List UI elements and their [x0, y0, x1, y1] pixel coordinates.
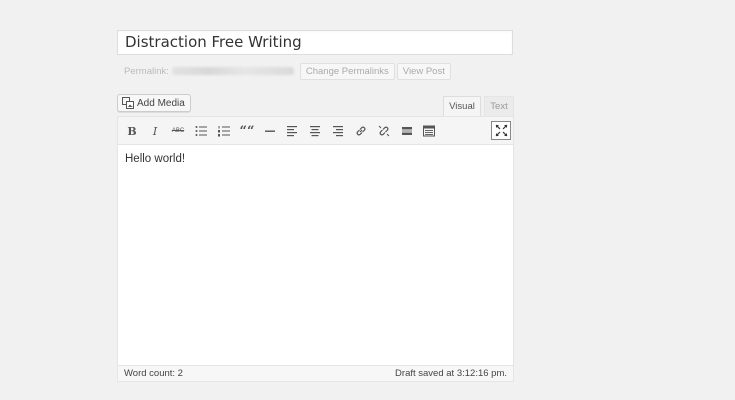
permalink-url[interactable]	[171, 67, 294, 75]
add-media-label: Add Media	[137, 97, 185, 109]
align-center-icon	[310, 126, 320, 137]
align-center-button[interactable]	[306, 122, 324, 140]
tab-text[interactable]: Text	[484, 96, 514, 116]
editor-statusbar: Word count: 2 Draft saved at 3:12:16 pm.	[118, 365, 513, 381]
change-permalinks-button[interactable]: Change Permalinks	[299, 62, 395, 80]
add-media-button[interactable]: Add Media	[117, 94, 191, 112]
blockquote-button[interactable]: ““	[238, 122, 256, 140]
horizontal-line-button[interactable]	[261, 122, 279, 140]
toolbar-toggle-button[interactable]	[420, 122, 438, 140]
align-right-icon	[333, 126, 343, 137]
align-left-button[interactable]	[283, 122, 301, 140]
post-title-input[interactable]: Distraction Free Writing	[117, 30, 513, 55]
numbered-list-button[interactable]	[215, 122, 233, 140]
editor: B I ABC ““ Hello world! Word count: 2 Dr…	[117, 116, 514, 382]
read-more-icon	[402, 127, 412, 135]
italic-button[interactable]: I	[146, 122, 164, 140]
horizontal-line-icon	[265, 130, 275, 132]
link-icon	[356, 126, 366, 136]
draft-saved-status: Draft saved at 3:12:16 pm.	[395, 368, 507, 379]
editor-content[interactable]: Hello world!	[125, 153, 185, 165]
view-post-button[interactable]: View Post	[396, 62, 451, 80]
remove-link-button[interactable]	[375, 122, 393, 140]
permalink-label: Permalink:	[124, 65, 169, 77]
align-right-button[interactable]	[329, 122, 347, 140]
strikethrough-button[interactable]: ABC	[169, 122, 187, 140]
read-more-button[interactable]	[398, 122, 416, 140]
numbered-list-icon	[218, 126, 230, 137]
unlink-icon	[378, 125, 390, 137]
permalink-row: Permalink: Change Permalinks View Post	[124, 62, 451, 80]
editor-toolbar: B I ABC ““	[118, 117, 513, 145]
bulleted-list-icon	[195, 126, 207, 136]
fullscreen-icon	[495, 124, 507, 137]
bold-button[interactable]: B	[123, 122, 141, 140]
word-count: Word count: 2	[124, 368, 183, 379]
align-left-icon	[287, 126, 297, 137]
kitchen-sink-icon	[423, 125, 435, 137]
insert-link-button[interactable]	[352, 122, 370, 140]
bulleted-list-button[interactable]	[192, 122, 210, 140]
tab-visual[interactable]: Visual	[443, 96, 481, 116]
media-icon	[122, 97, 134, 109]
distraction-free-writing-button[interactable]	[491, 121, 511, 140]
